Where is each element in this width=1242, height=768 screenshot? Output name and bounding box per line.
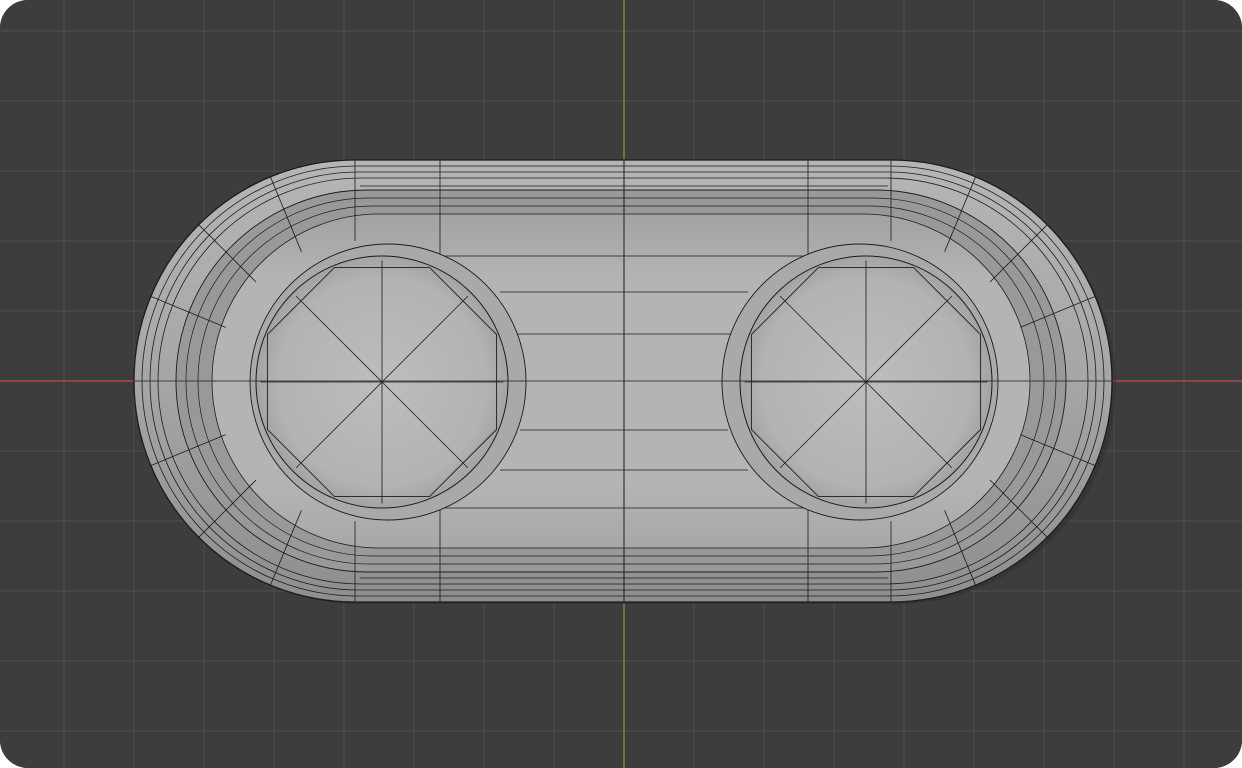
right-circular-well[interactable] <box>721 243 999 521</box>
left-well-spokes <box>260 260 504 504</box>
3d-viewport[interactable] <box>0 0 1242 768</box>
viewport-canvas[interactable] <box>0 0 1242 768</box>
tray-mesh-object[interactable] <box>133 159 1116 604</box>
right-well-spokes <box>744 260 988 504</box>
left-circular-well[interactable] <box>249 243 527 521</box>
